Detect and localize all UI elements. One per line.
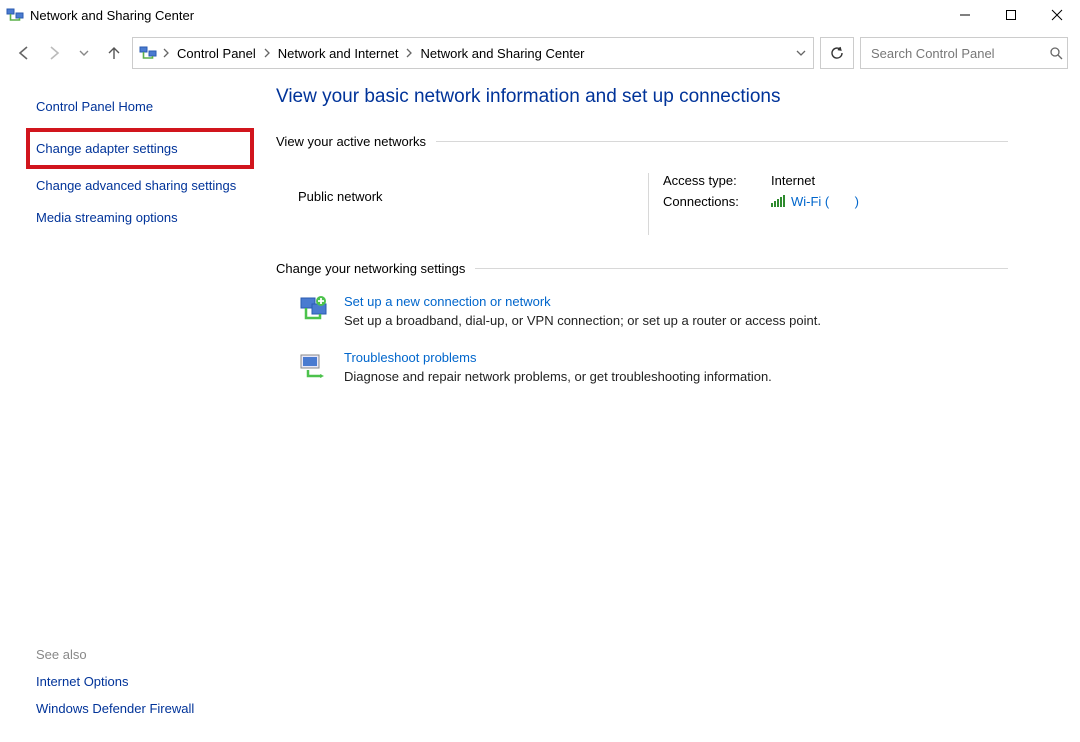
- breadcrumb-item[interactable]: Network and Sharing Center: [418, 46, 586, 61]
- content-area: Control Panel Home Change adapter settin…: [0, 78, 1080, 406]
- search-icon[interactable]: [1049, 46, 1063, 60]
- close-button[interactable]: [1034, 0, 1080, 30]
- access-type-label: Access type:: [663, 173, 771, 188]
- action-subtitle: Diagnose and repair network problems, or…: [344, 369, 772, 384]
- section-label: View your active networks: [276, 134, 426, 149]
- section-active-networks: View your active networks: [276, 134, 1008, 149]
- breadcrumb-item[interactable]: Network and Internet: [276, 46, 401, 61]
- minimize-button[interactable]: [942, 0, 988, 30]
- connection-link[interactable]: Wi-Fi ( ): [771, 194, 859, 209]
- action-title[interactable]: Set up a new connection or network: [344, 294, 821, 309]
- sidebar-see-also: See also Internet Options Windows Defend…: [36, 647, 246, 728]
- connection-name-suffix: ): [855, 194, 859, 209]
- action-title[interactable]: Troubleshoot problems: [344, 350, 772, 365]
- network-type: Public network: [276, 167, 648, 204]
- wifi-signal-icon: [771, 195, 787, 207]
- main-pane: View your basic network information and …: [258, 78, 1068, 406]
- page-title: View your basic network information and …: [276, 86, 1008, 108]
- refresh-button[interactable]: [820, 37, 854, 69]
- connections-label: Connections:: [663, 194, 771, 209]
- address-dropdown-button[interactable]: [795, 47, 807, 59]
- section-change-settings: Change your networking settings: [276, 261, 1008, 276]
- sidebar-link-media-streaming[interactable]: Media streaming options: [36, 209, 248, 227]
- toolbar: Control Panel Network and Internet Netwo…: [0, 30, 1080, 78]
- sidebar-link-change-adapter-settings[interactable]: Change adapter settings: [26, 128, 254, 170]
- back-button[interactable]: [12, 41, 36, 65]
- sidebar-link-control-panel-home[interactable]: Control Panel Home: [36, 98, 248, 116]
- up-button[interactable]: [102, 41, 126, 65]
- recent-locations-button[interactable]: [72, 41, 96, 65]
- section-label: Change your networking settings: [276, 261, 465, 276]
- address-icon: [139, 44, 157, 62]
- breadcrumb-item[interactable]: Control Panel: [175, 46, 258, 61]
- chevron-right-icon[interactable]: [161, 48, 171, 58]
- divider: [436, 141, 1008, 142]
- divider: [475, 268, 1008, 269]
- sidebar-link-change-advanced-sharing[interactable]: Change advanced sharing settings: [36, 177, 248, 195]
- troubleshoot-icon: [298, 352, 330, 380]
- access-type-value: Internet: [771, 173, 815, 188]
- maximize-button[interactable]: [988, 0, 1034, 30]
- action-subtitle: Set up a broadband, dial-up, or VPN conn…: [344, 313, 821, 328]
- forward-button[interactable]: [42, 41, 66, 65]
- window-title: Network and Sharing Center: [30, 8, 194, 23]
- chevron-right-icon[interactable]: [404, 48, 414, 58]
- action-troubleshoot: Troubleshoot problems Diagnose and repai…: [276, 350, 1008, 384]
- titlebar: Network and Sharing Center: [0, 0, 1080, 30]
- setup-connection-icon: [298, 296, 330, 324]
- see-also-windows-defender-firewall[interactable]: Windows Defender Firewall: [36, 701, 246, 716]
- active-network-block: Public network Access type: Internet Con…: [276, 167, 1008, 235]
- action-setup-connection: Set up a new connection or network Set u…: [276, 294, 1008, 328]
- see-also-internet-options[interactable]: Internet Options: [36, 674, 246, 689]
- search-input[interactable]: [869, 45, 1049, 62]
- app-icon: [6, 6, 24, 24]
- see-also-header: See also: [36, 647, 246, 662]
- address-bar[interactable]: Control Panel Network and Internet Netwo…: [132, 37, 814, 69]
- connection-name: Wi-Fi (: [791, 194, 829, 209]
- chevron-right-icon[interactable]: [262, 48, 272, 58]
- sidebar: Control Panel Home Change adapter settin…: [12, 78, 258, 406]
- search-box[interactable]: [860, 37, 1068, 69]
